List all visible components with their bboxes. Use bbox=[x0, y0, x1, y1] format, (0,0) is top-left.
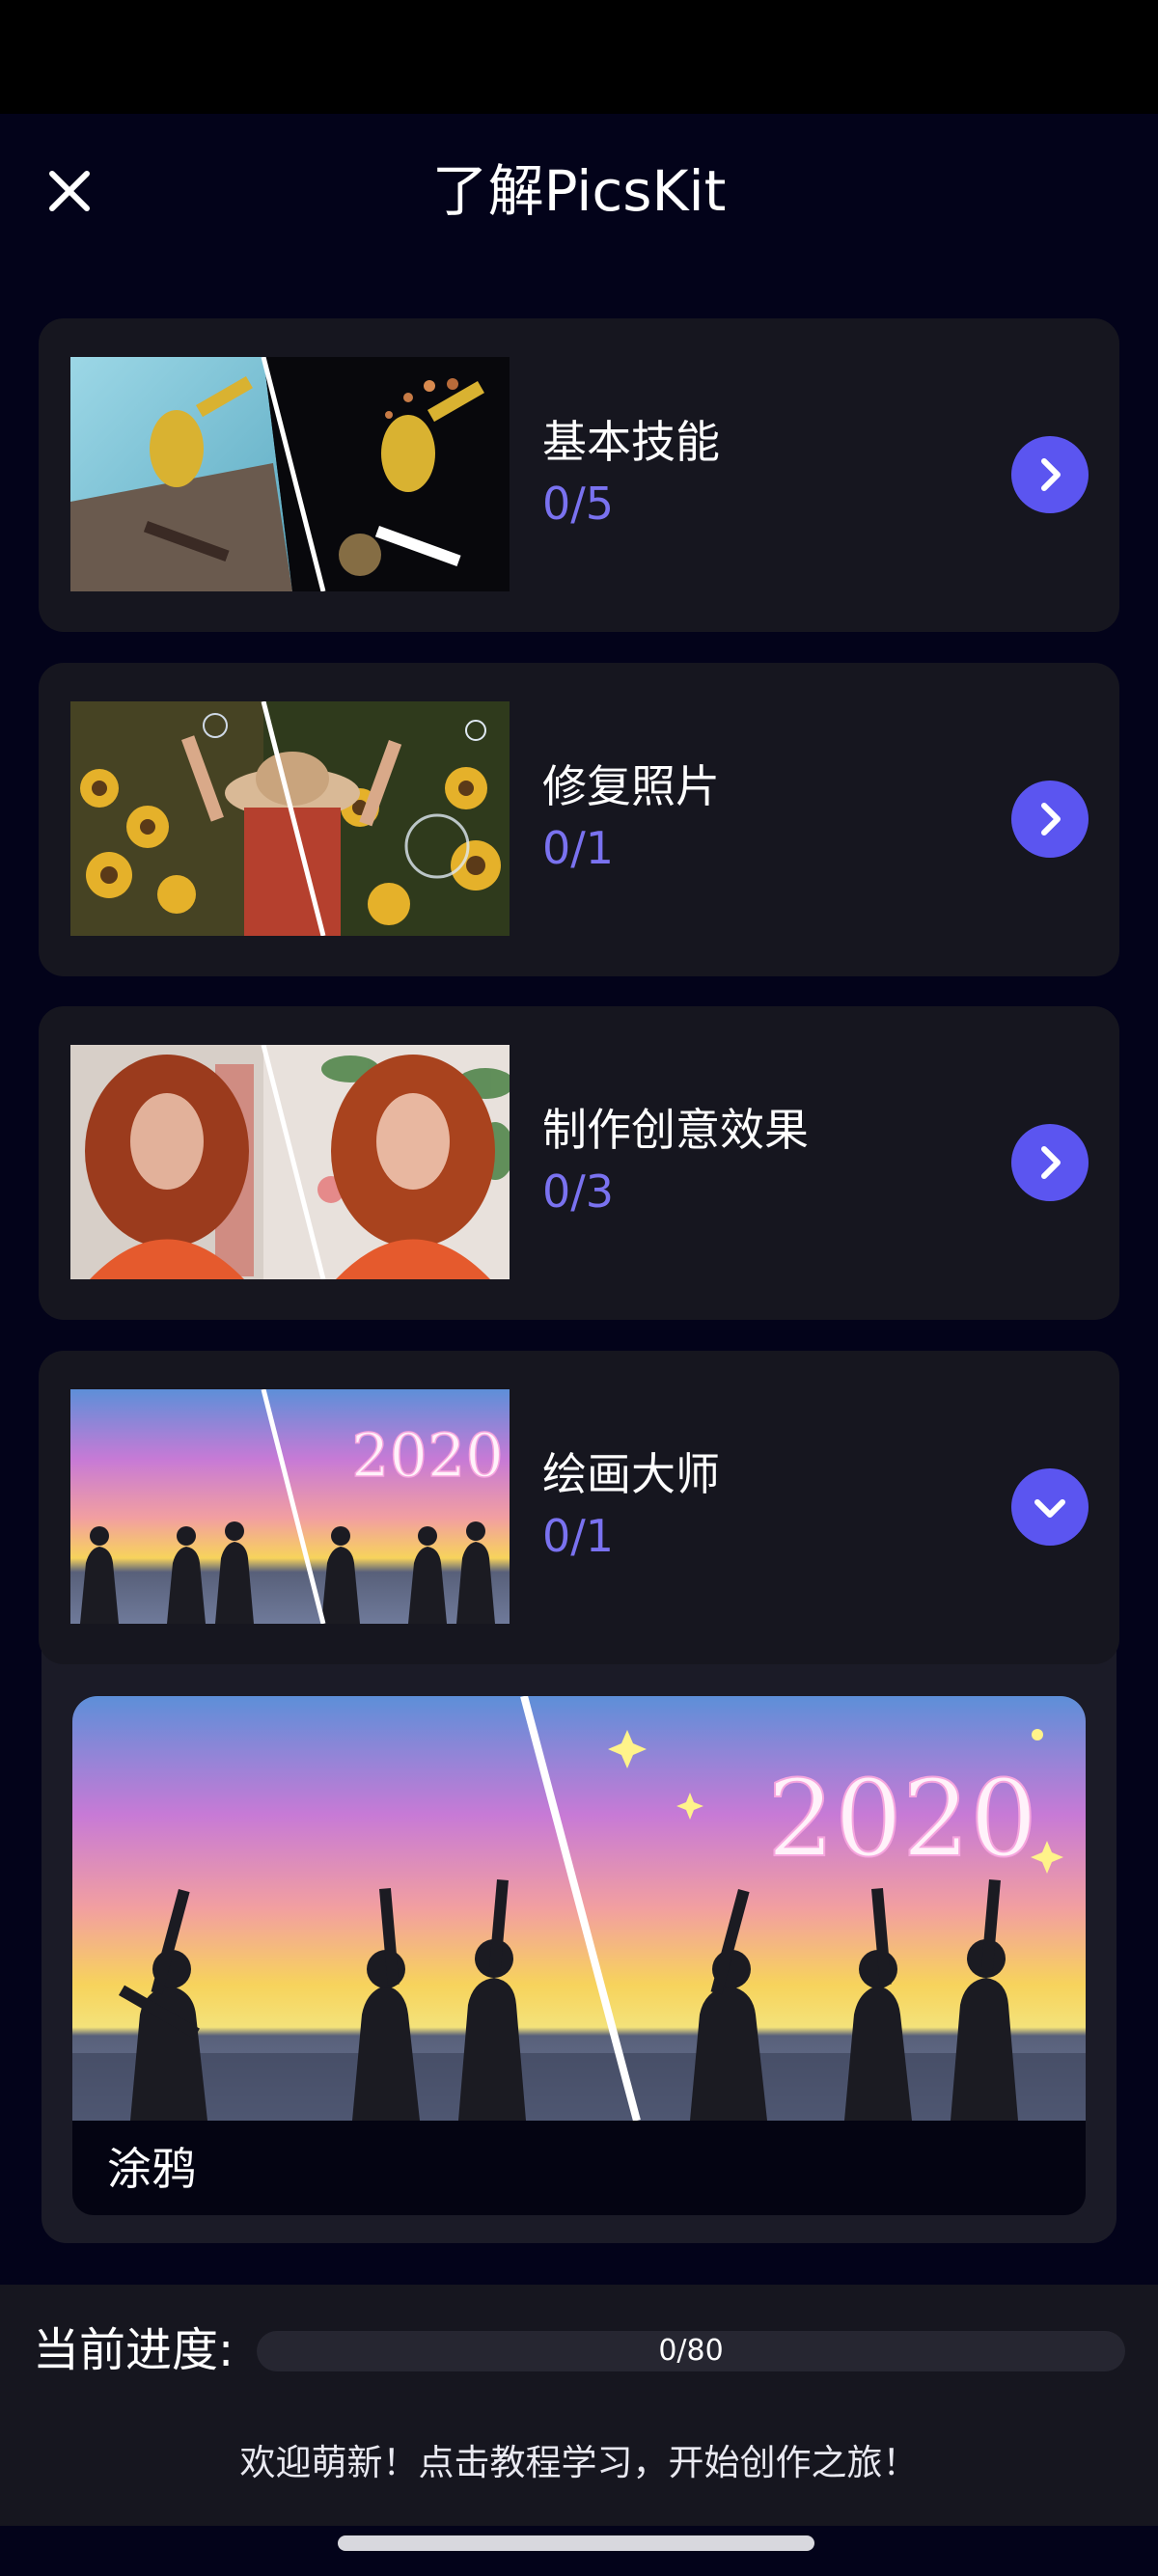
lesson-title: 制作创意效果 bbox=[542, 1104, 809, 1156]
lesson-thumbnail bbox=[70, 701, 510, 936]
chevron-right-icon bbox=[1041, 1146, 1061, 1179]
lesson-progress: 0/5 bbox=[542, 478, 615, 530]
lesson-title: 修复照片 bbox=[542, 760, 720, 812]
open-lesson-button[interactable] bbox=[1011, 436, 1089, 513]
lesson-progress: 0/3 bbox=[542, 1165, 615, 1218]
doodle-preview-image[interactable]: 2020 bbox=[72, 1696, 1086, 2121]
collapse-lesson-button[interactable] bbox=[1011, 1468, 1089, 1546]
open-lesson-button[interactable] bbox=[1011, 781, 1089, 858]
footer: 当前进度: 0/80 欢迎萌新！点击教程学习，开始创作之旅！ bbox=[0, 2285, 1158, 2526]
status-bar bbox=[0, 0, 1158, 114]
welcome-message: 欢迎萌新！点击教程学习，开始创作之旅！ bbox=[239, 2442, 919, 2483]
lesson-thumbnail bbox=[70, 1045, 510, 1279]
lesson-thumbnail bbox=[70, 357, 510, 591]
open-lesson-button[interactable] bbox=[1011, 1124, 1089, 1201]
chevron-right-icon bbox=[1041, 803, 1061, 836]
progress-text: 0/80 bbox=[658, 2334, 724, 2368]
lesson-card-basic-skills[interactable]: 基本技能 0/5 bbox=[39, 318, 1119, 632]
lesson-progress: 0/1 bbox=[542, 1510, 615, 1562]
learn-picskit-page: 了解PicsKit 基本技能 0/5 修复照片 0/1 制作创意效果 0/3 2… bbox=[0, 0, 1158, 2576]
page-title: 了解PicsKit bbox=[431, 158, 727, 224]
lesson-title: 基本技能 bbox=[542, 416, 720, 468]
chevron-down-icon bbox=[1034, 1499, 1065, 1518]
lesson-thumbnail: 2020 bbox=[70, 1389, 510, 1624]
lesson-progress: 0/1 bbox=[542, 822, 615, 874]
overlay-2020-text: 2020 bbox=[767, 1757, 1037, 1880]
chevron-right-icon bbox=[1041, 458, 1061, 491]
overlay-2020-text: 2020 bbox=[351, 1420, 504, 1491]
lesson-card-drawing-master[interactable]: 2020 绘画大师 0/1 bbox=[39, 1351, 1119, 1664]
home-indicator[interactable] bbox=[338, 2535, 814, 2551]
progress-label: 当前进度: bbox=[33, 2323, 234, 2377]
lesson-item-label: 涂鸦 bbox=[107, 2143, 196, 2195]
doodle-label-bar[interactable]: 涂鸦 bbox=[72, 2121, 1086, 2215]
lesson-title: 绘画大师 bbox=[542, 1448, 720, 1500]
lesson-card-repair-photo[interactable]: 修复照片 0/1 bbox=[39, 663, 1119, 976]
progress-bar: 0/80 bbox=[257, 2331, 1125, 2371]
header: 了解PicsKit bbox=[0, 114, 1158, 263]
expanded-lesson-panel: 2020 涂鸦 bbox=[41, 1631, 1117, 2243]
lesson-card-creative-effects[interactable]: 制作创意效果 0/3 bbox=[39, 1006, 1119, 1320]
